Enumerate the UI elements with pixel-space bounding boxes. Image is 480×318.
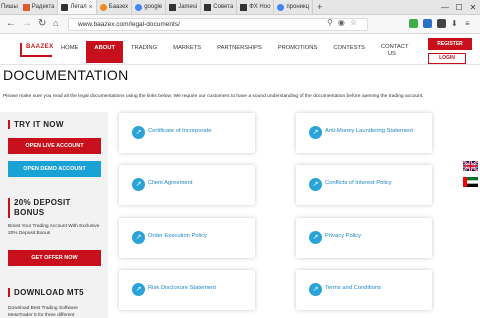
- document-link[interactable]: Terms and Conditions: [325, 285, 381, 291]
- orange-circle-icon: [99, 3, 107, 11]
- page-title: DOCUMENTATION: [3, 67, 129, 83]
- menu-item-about[interactable]: ABOUT: [86, 41, 124, 63]
- document-card[interactable]: ↗ Privacy Policy: [296, 218, 432, 258]
- main-menu: HOME ABOUT TRADING MARKETS PARTNERSHIPS …: [53, 41, 411, 63]
- document-card[interactable]: ↗ Anti-Money Laundering Statement: [296, 113, 432, 153]
- document-link[interactable]: Anti-Money Laundering Statement: [325, 128, 413, 134]
- document-link[interactable]: Conflicts of Interest Policy: [325, 180, 392, 186]
- deposit-bonus-heading: 20% DEPOSIT BONUS: [8, 198, 100, 218]
- megaphone-icon: [61, 3, 69, 11]
- google-icon: [135, 3, 143, 11]
- get-offer-button[interactable]: GET OFFER NOW: [8, 250, 101, 266]
- register-button[interactable]: REGISTER: [428, 38, 472, 50]
- camera-icon[interactable]: ◉: [338, 18, 350, 27]
- menu-item-promotions[interactable]: PROMOTIONS: [270, 41, 326, 63]
- language-flags: [463, 161, 480, 187]
- open-live-account-button[interactable]: OPEN LIVE ACCOUNT: [8, 138, 101, 154]
- red-square-icon: [22, 3, 30, 11]
- sidebar: TRY IT NOW OPEN LIVE ACCOUNT OPEN DEMO A…: [0, 112, 108, 318]
- link-icon: ↗: [309, 178, 322, 191]
- star-icon[interactable]: ☆: [350, 18, 362, 27]
- uae-flag-icon[interactable]: [463, 177, 478, 187]
- close-icon[interactable]: ×: [89, 4, 93, 11]
- browser-tab[interactable]: ФХ Ноо: [237, 0, 275, 14]
- tab-fragment[interactable]: Пишы: [0, 4, 20, 10]
- link-icon: ↗: [309, 126, 322, 139]
- megaphone-icon: [169, 3, 177, 11]
- menu-item-contests[interactable]: CONTESTS: [325, 41, 373, 63]
- site-header: BAAZEX HOME ABOUT TRADING MARKETS PARTNE…: [0, 35, 480, 65]
- document-link[interactable]: Client Agreement: [148, 180, 192, 186]
- browser-tab[interactable]: google: [132, 0, 167, 14]
- menu-item-contact-us[interactable]: CONTACT US: [373, 41, 411, 63]
- browser-tab[interactable]: проникц: [274, 0, 314, 14]
- browser-tab-bar: Пишы Радекта Легал × Баазех google Jamesi…: [0, 0, 480, 15]
- menu-item-trading[interactable]: TRADING: [123, 41, 165, 63]
- login-button[interactable]: LOGIN: [428, 53, 466, 64]
- document-card[interactable]: ↗ Certificate of Incorporate: [119, 113, 255, 153]
- home-icon[interactable]: ⌂: [53, 18, 58, 28]
- blue-extension-icon[interactable]: [423, 19, 432, 28]
- back-icon[interactable]: ←: [6, 18, 16, 29]
- extension-icons: ⬇ ≡: [409, 19, 474, 28]
- mt5-description: Download Best Trading Software MetaTrade…: [8, 306, 78, 318]
- download-mt5-heading: DOWNLOAD MT5: [8, 288, 84, 297]
- browser-tab-active[interactable]: Легал ×: [58, 0, 97, 14]
- document-card[interactable]: ↗ Terms and Conditions: [296, 270, 432, 310]
- menu-icon[interactable]: ≡: [465, 19, 474, 28]
- document-link[interactable]: Certificate of Incorporate: [148, 128, 211, 134]
- document-link[interactable]: Risk Disclosure Statement: [148, 285, 216, 291]
- url-action-icons: ⚲◉☆: [327, 18, 362, 27]
- link-icon: ↗: [309, 283, 322, 296]
- green-extension-icon[interactable]: [409, 19, 418, 28]
- menu-item-home[interactable]: HOME: [53, 41, 86, 63]
- maximize-button[interactable]: ☐: [452, 3, 466, 12]
- menu-item-markets[interactable]: MARKETS: [165, 41, 209, 63]
- document-link[interactable]: Privacy Policy: [325, 233, 361, 239]
- new-tab-button[interactable]: +: [313, 2, 326, 12]
- try-it-now-heading: TRY IT NOW: [8, 120, 64, 129]
- document-link[interactable]: Order Execution Policy: [148, 233, 207, 239]
- close-window-button[interactable]: ✕: [466, 3, 480, 12]
- key-icon[interactable]: ⚲: [327, 18, 338, 27]
- browser-tab[interactable]: Радекта: [20, 0, 59, 14]
- window-controls: — ☐ ✕: [438, 0, 480, 14]
- minimize-button[interactable]: —: [438, 3, 452, 12]
- baazex-logo[interactable]: BAAZEX: [20, 43, 53, 57]
- link-icon: ↗: [132, 126, 145, 139]
- url-input[interactable]: www.baazex.com/legal-documents/: [68, 18, 368, 31]
- bonus-description: Boost Your Trading Account With Exclusiv…: [8, 224, 100, 236]
- browser-tab[interactable]: Jamesi: [166, 0, 202, 14]
- intro-text: Please make sure you read all the legal …: [3, 94, 424, 99]
- uk-flag-icon[interactable]: [463, 161, 478, 171]
- open-demo-account-button[interactable]: OPEN DEMO ACCOUNT: [8, 161, 101, 177]
- megaphone-icon: [204, 3, 212, 11]
- document-card[interactable]: ↗ Conflicts of Interest Policy: [296, 165, 432, 205]
- link-icon: ↗: [309, 231, 322, 244]
- menu-item-partnerships[interactable]: PARTNERSHIPS: [209, 41, 270, 63]
- download-icon[interactable]: ⬇: [451, 19, 460, 28]
- reload-icon[interactable]: ↻: [38, 18, 46, 29]
- document-card[interactable]: ↗ Client Agreement: [119, 165, 255, 205]
- forward-icon[interactable]: →: [22, 18, 32, 29]
- browser-tab[interactable]: Совета: [201, 0, 238, 14]
- dark-extension-icon[interactable]: [437, 19, 446, 28]
- document-card[interactable]: ↗ Order Execution Policy: [119, 218, 255, 258]
- address-bar: ← → ↻ ⌂ www.baazex.com/legal-documents/ …: [0, 15, 480, 34]
- document-card[interactable]: ↗ Risk Disclosure Statement: [119, 270, 255, 310]
- link-icon: ↗: [132, 231, 145, 244]
- link-icon: ↗: [132, 178, 145, 191]
- google-icon: [277, 3, 285, 11]
- megaphone-icon: [240, 3, 248, 11]
- browser-tab[interactable]: Баазех: [97, 0, 133, 14]
- link-icon: ↗: [132, 283, 145, 296]
